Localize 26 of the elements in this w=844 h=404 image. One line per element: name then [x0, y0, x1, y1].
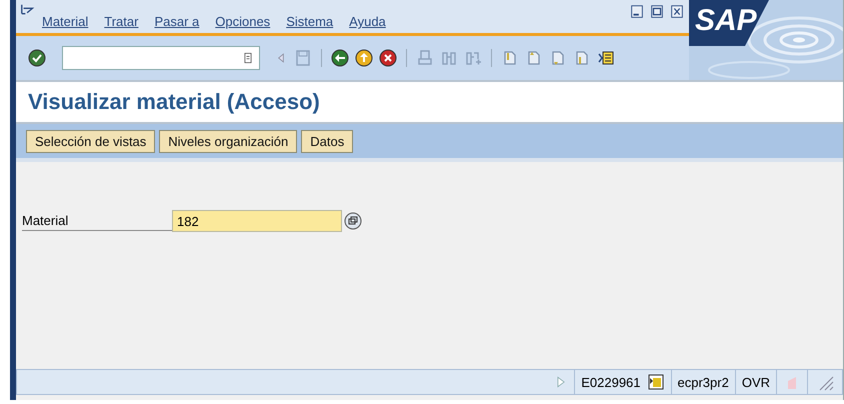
- back-icon[interactable]: [331, 49, 349, 67]
- maximize-icon[interactable]: [649, 3, 665, 21]
- material-field[interactable]: 182: [172, 210, 342, 232]
- command-field[interactable]: [62, 46, 260, 70]
- layout-icon[interactable]: [597, 49, 615, 67]
- minimize-icon[interactable]: [629, 3, 645, 21]
- menu-item[interactable]: Tratar: [104, 14, 138, 29]
- checkmark-icon[interactable]: [28, 49, 46, 67]
- system-name: E0229961: [581, 374, 641, 390]
- menu-item[interactable]: Ayuda: [349, 14, 386, 29]
- print-icon[interactable]: [416, 49, 434, 67]
- menu-item[interactable]: Sistema: [286, 14, 334, 29]
- toolbar-button[interactable]: Datos: [301, 130, 354, 152]
- system-info-icon[interactable]: [646, 373, 665, 391]
- menu-item[interactable]: Opciones: [215, 14, 270, 29]
- toolbar-button[interactable]: Niveles organización: [159, 130, 298, 152]
- input-mode: OVR: [742, 374, 770, 390]
- menu-item[interactable]: Material: [42, 14, 88, 29]
- server-name: ecpr3pr2: [678, 374, 729, 390]
- menu-item[interactable]: Pasar a: [154, 14, 200, 29]
- save-icon[interactable]: [294, 49, 312, 67]
- screen-title: Visualizar material (Acceso): [28, 89, 320, 115]
- cancel-icon[interactable]: [379, 49, 397, 67]
- close-icon[interactable]: [669, 3, 685, 21]
- toolbar-button[interactable]: Selección de vistas: [26, 130, 156, 152]
- search-help-icon[interactable]: [344, 212, 362, 230]
